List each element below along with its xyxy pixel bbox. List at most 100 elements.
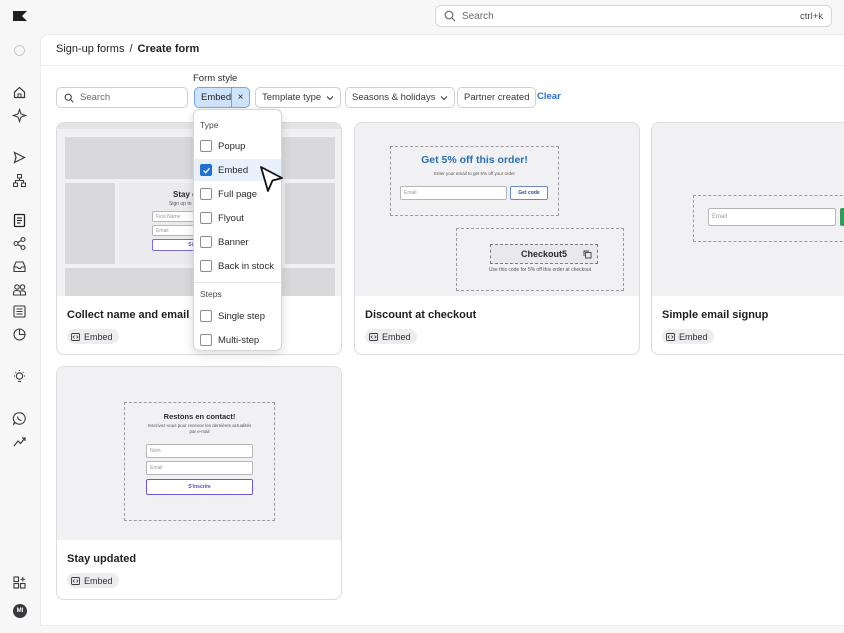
chevron-down-icon (326, 95, 334, 100)
top-bar: Search ctrl+k (0, 0, 844, 34)
preview-submit-button (840, 208, 844, 226)
template-tag-label: Embed (84, 331, 113, 342)
form-icon[interactable] (12, 213, 27, 228)
apps-icon[interactable] (12, 575, 27, 590)
seasons-holidays-dropdown[interactable]: Seasons & holidays (345, 87, 456, 108)
checkbox[interactable] (200, 212, 212, 224)
menu-option-label: Banner (218, 236, 249, 248)
menu-option-label: Single step (218, 310, 266, 322)
template-tag-label: Embed (382, 331, 411, 342)
preview-email-field: Email (146, 461, 253, 475)
sidebar (0, 34, 40, 633)
preview-get-code-button: Get code (510, 186, 548, 200)
template-title: Simple email signup (662, 309, 769, 321)
preview-email-field: Email (400, 186, 507, 200)
template-card[interactable]: Email Simple email signup Embed (651, 122, 844, 355)
preview-discount-code: Checkout5 (490, 244, 598, 264)
embed-icon (369, 332, 378, 341)
breadcrumb-separator: / (129, 43, 133, 55)
global-search-input[interactable]: Search ctrl+k (435, 5, 832, 27)
preview-heading: Restons en contact! (163, 412, 236, 421)
embed-icon (71, 576, 80, 585)
inbox-icon[interactable] (12, 259, 27, 274)
preview-heading: Get 5% off this order! (421, 154, 528, 166)
seasons-holidays-label: Seasons & holidays (352, 92, 436, 103)
menu-option-back-in-stock[interactable]: Back in stock (194, 255, 281, 277)
template-search-placeholder: Search (80, 92, 111, 103)
circle-icon[interactable] (12, 43, 27, 58)
template-preview: Restons en contact! Inscrivez-vous pour … (57, 367, 341, 540)
menu-section-steps: Steps (200, 289, 222, 299)
catalog-icon[interactable] (12, 304, 27, 319)
preview-subtext: Inscrivez-vous pour recevoir les dernièr… (147, 423, 252, 435)
checkbox[interactable] (200, 188, 212, 200)
template-preview: Email (652, 123, 844, 296)
partner-created-button[interactable]: Partner created (457, 87, 537, 108)
template-tag-label: Embed (84, 575, 113, 586)
menu-option-flyout[interactable]: Flyout (194, 207, 281, 229)
template-title: Discount at checkout (365, 309, 477, 321)
embed-icon (71, 332, 80, 341)
template-type-label: Template type (262, 92, 322, 103)
checkbox[interactable] (200, 334, 212, 346)
checkbox[interactable] (200, 260, 212, 272)
menu-option-multi-step[interactable]: Multi-step (194, 329, 281, 351)
checkbox[interactable] (200, 236, 212, 248)
menu-option-label: Flyout (218, 212, 244, 224)
breadcrumb-parent[interactable]: Sign-up forms (56, 43, 124, 55)
search-shortcut: ctrl+k (800, 10, 823, 22)
pie-icon[interactable] (12, 327, 27, 342)
preview-email-field: Email (152, 225, 196, 236)
template-card[interactable]: Get 5% off this order! Enter your email … (354, 122, 640, 355)
preview-email-field: Email (708, 208, 836, 226)
share-icon[interactable] (12, 236, 27, 251)
sparkle-icon[interactable] (11, 107, 28, 124)
flow-icon[interactable] (12, 173, 27, 188)
template-tag: Embed (67, 573, 119, 588)
template-search-input[interactable]: Search (56, 87, 188, 108)
menu-option-label: Full page (218, 188, 258, 200)
checkbox-checked[interactable] (200, 164, 212, 176)
form-style-chip-label: Embed (201, 92, 232, 103)
template-type-dropdown[interactable]: Template type (255, 87, 342, 108)
logo-icon[interactable] (13, 11, 27, 21)
close-icon[interactable]: × (231, 88, 249, 107)
global-search-placeholder: Search (462, 10, 494, 22)
lightbulb-icon[interactable] (12, 369, 27, 384)
preview-signup-button: Si (152, 239, 196, 251)
breadcrumb: Sign-up forms / Create form (56, 43, 199, 55)
cursor-icon (260, 166, 283, 192)
header-divider (41, 65, 844, 66)
preview-first-name-field: First Name (152, 211, 196, 222)
menu-option-label: Multi-step (218, 334, 260, 346)
menu-section-type: Type (200, 120, 219, 130)
template-tag: Embed (67, 329, 119, 344)
menu-option-label: Popup (218, 140, 246, 152)
template-preview: Get 5% off this order! Enter your email … (355, 123, 639, 296)
send-icon[interactable] (12, 150, 27, 165)
users-icon[interactable] (12, 282, 27, 297)
preview-code-text: Checkout5 (520, 249, 567, 259)
whatsapp-icon[interactable] (12, 411, 27, 426)
menu-option-banner[interactable]: Banner (194, 231, 281, 253)
home-icon[interactable] (12, 85, 27, 100)
form-style-filter-chip[interactable]: Embed × (194, 87, 250, 108)
trend-icon[interactable] (12, 434, 27, 449)
embed-icon (666, 332, 675, 341)
copy-icon (583, 250, 592, 259)
avatar[interactable]: MI (13, 604, 27, 618)
template-title: Collect name and email (67, 309, 190, 321)
clear-filters-link[interactable]: Clear (537, 91, 561, 102)
preview-name-field: Nom (146, 444, 253, 458)
checkbox[interactable] (200, 310, 212, 322)
breadcrumb-current: Create form (137, 43, 200, 55)
template-card[interactable]: Restons en contact! Inscrivez-vous pour … (56, 366, 342, 600)
preview-subtext: Sign up to g (169, 201, 196, 207)
menu-option-single-step[interactable]: Single step (194, 305, 281, 327)
preview-code-note: Use this code for 5% off this order at c… (488, 267, 592, 273)
form-style-label: Form style (193, 73, 238, 84)
menu-option-popup[interactable]: Popup (194, 135, 281, 157)
checkbox[interactable] (200, 140, 212, 152)
preview-subscribe-button: S'inscrire (146, 479, 253, 495)
template-tag-label: Embed (679, 331, 708, 342)
